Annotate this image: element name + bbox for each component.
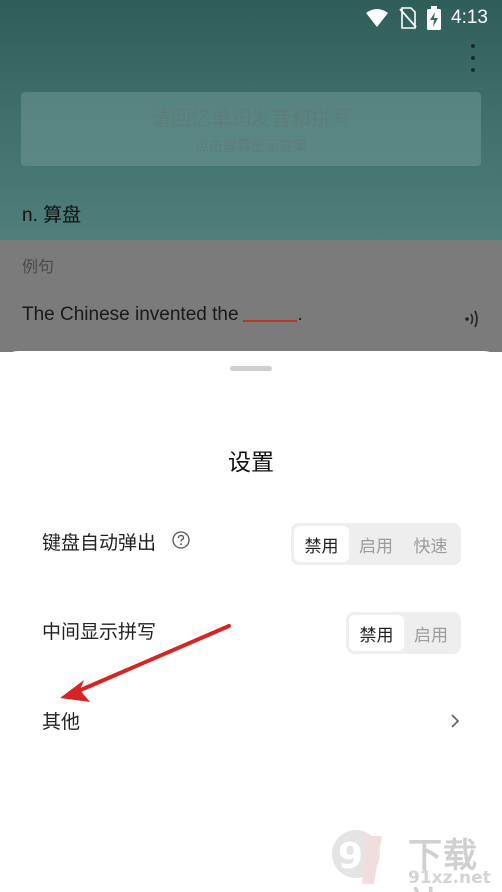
example-section xyxy=(0,240,502,352)
sentence-end: . xyxy=(297,304,303,325)
wifi-icon xyxy=(366,9,389,27)
sentence-text: The Chinese invented the xyxy=(22,304,239,325)
hint-subtitle: 点击屏幕显示答案 xyxy=(195,139,307,155)
chevron-right-icon[interactable] xyxy=(450,713,460,729)
more-options-icon[interactable] xyxy=(466,44,480,72)
sentence-blank xyxy=(242,320,297,322)
watermark-emblem-icon: 9 xyxy=(332,830,382,884)
spelling-option-disable[interactable]: 禁用 xyxy=(349,615,404,651)
watermark-logo: 9 下载站 91xz.net xyxy=(322,824,502,892)
word-meaning: n. 算盘 xyxy=(22,205,82,226)
recall-hint-card[interactable]: 请回忆单词发音和拼写 点击屏幕显示答案 xyxy=(21,92,481,166)
drag-handle[interactable] xyxy=(230,366,272,371)
battery-icon xyxy=(427,6,442,30)
spelling-option-enable[interactable]: 启用 xyxy=(404,615,458,651)
middle-spelling-label: 中间显示拼写 xyxy=(42,621,157,643)
keyboard-popup-segmented: 禁用 启用 快速 xyxy=(291,523,461,565)
settings-bottom-sheet: 设置 键盘自动弹出 禁用 启用 快速 中间显示拼写 禁用 启用 其他 xyxy=(0,351,502,892)
keyboard-popup-label: 键盘自动弹出 xyxy=(42,532,157,554)
status-bar: 4:13 xyxy=(0,0,502,36)
other-settings-label[interactable]: 其他 xyxy=(42,707,80,734)
sheet-title: 设置 xyxy=(228,450,274,476)
example-label: 例句 xyxy=(22,257,55,276)
status-time: 4:13 xyxy=(451,7,488,28)
watermark-url: 91xz.net xyxy=(408,868,491,888)
no-sim-icon xyxy=(399,7,417,29)
hint-title: 请回忆单词发音和拼写 xyxy=(151,106,351,130)
svg-text:9: 9 xyxy=(338,836,363,877)
keyboard-option-fast[interactable]: 快速 xyxy=(403,526,458,562)
keyboard-option-disable[interactable]: 禁用 xyxy=(294,526,349,562)
help-icon[interactable] xyxy=(172,531,190,549)
speaker-icon[interactable] xyxy=(464,310,480,328)
example-sentence: The Chinese invented the. xyxy=(22,304,303,326)
keyboard-option-enable[interactable]: 启用 xyxy=(349,526,403,562)
middle-spelling-segmented: 禁用 启用 xyxy=(346,612,461,654)
